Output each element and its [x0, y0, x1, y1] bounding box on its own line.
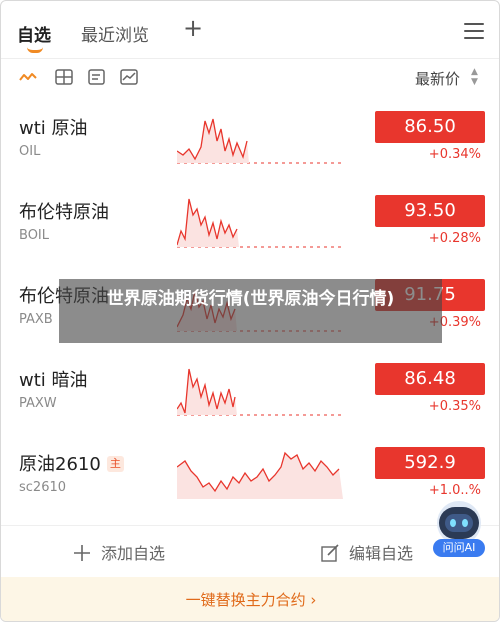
tab-watchlist[interactable]: 自选 [17, 21, 51, 46]
title-overlay: 世界原油期货行情(世界原油今日行情) [59, 279, 442, 343]
edit-watchlist-button[interactable]: 编辑自选 [321, 540, 413, 564]
edit-watchlist-label: 编辑自选 [349, 544, 414, 563]
price-box[interactable]: 86.50 [375, 111, 485, 143]
instrument-name: 原油2610 主 [19, 450, 124, 476]
instrument-code: sc2610 [19, 480, 67, 495]
price-box[interactable]: 93.50 [375, 195, 485, 227]
plus-icon [74, 545, 90, 561]
ask-ai-button[interactable]: 问问AI [433, 539, 485, 557]
list-icon[interactable] [88, 69, 106, 85]
sparkline-chart [177, 198, 343, 248]
instrument-code: BOIL [19, 228, 49, 243]
instrument-name-text: 原油2610 [19, 454, 101, 475]
sort-arrows-icon[interactable]: ▲ ▼ [471, 67, 478, 87]
price-box[interactable]: 592.9 [375, 447, 485, 479]
active-tab-indicator [27, 47, 43, 53]
change-percent: +0.35% [428, 399, 481, 414]
quote-row[interactable]: wti 原油 OIL 86.50 +0.34% [1, 97, 499, 181]
sparkline-chart [177, 451, 343, 499]
main-contract-badge: 主 [106, 456, 124, 472]
instrument-name: wti 原油 [19, 118, 88, 139]
tab-recent[interactable]: 最近浏览 [81, 21, 149, 46]
overlay-title: 世界原油期货行情(世界原油今日行情) [106, 289, 395, 309]
line-chart-icon[interactable] [19, 69, 37, 85]
add-watchlist-button[interactable]: 添加自选 [73, 540, 165, 564]
sparkline-chart [177, 118, 343, 164]
instrument-name: wti 暗油 [19, 370, 88, 391]
quote-row[interactable]: wti 暗油 PAXW 86.48 +0.35% [1, 349, 499, 433]
add-watchlist-label: 添加自选 [101, 544, 166, 563]
instrument-code: PAXB [19, 312, 53, 327]
kline-icon[interactable] [120, 69, 138, 85]
switch-main-contract-banner[interactable]: 一键替换主力合约 › [1, 577, 499, 621]
change-percent: +1.0..% [428, 483, 481, 498]
instrument-code: OIL [19, 144, 41, 159]
menu-icon[interactable] [464, 23, 484, 39]
instrument-name: 布伦特原油 [19, 202, 109, 223]
quote-row[interactable]: 布伦特原油 BOIL 93.50 +0.28% [1, 181, 499, 265]
change-percent: +0.34% [428, 147, 481, 162]
price-box[interactable]: 86.48 [375, 363, 485, 395]
sparkline-chart [177, 368, 343, 416]
quote-row[interactable]: 原油2610 主 sc2610 592.9 +1.0..% [1, 433, 499, 517]
add-tab-button[interactable]: + [183, 16, 203, 40]
edit-icon [321, 544, 339, 562]
view-toolbar: 最新价 ▲ ▼ [1, 59, 499, 97]
app-frame: 自选 最近浏览 + 最新价 ▲ ▼ wti 原油 OIL 86.50 +0.34… [0, 0, 500, 622]
instrument-code: PAXW [19, 396, 57, 411]
grid-icon[interactable] [55, 69, 73, 85]
watchlist-actions: 添加自选 编辑自选 [1, 525, 499, 573]
sort-by-price[interactable]: 最新价 [415, 68, 460, 89]
change-percent: +0.28% [428, 231, 481, 246]
top-tab-bar: 自选 最近浏览 + [1, 1, 499, 59]
